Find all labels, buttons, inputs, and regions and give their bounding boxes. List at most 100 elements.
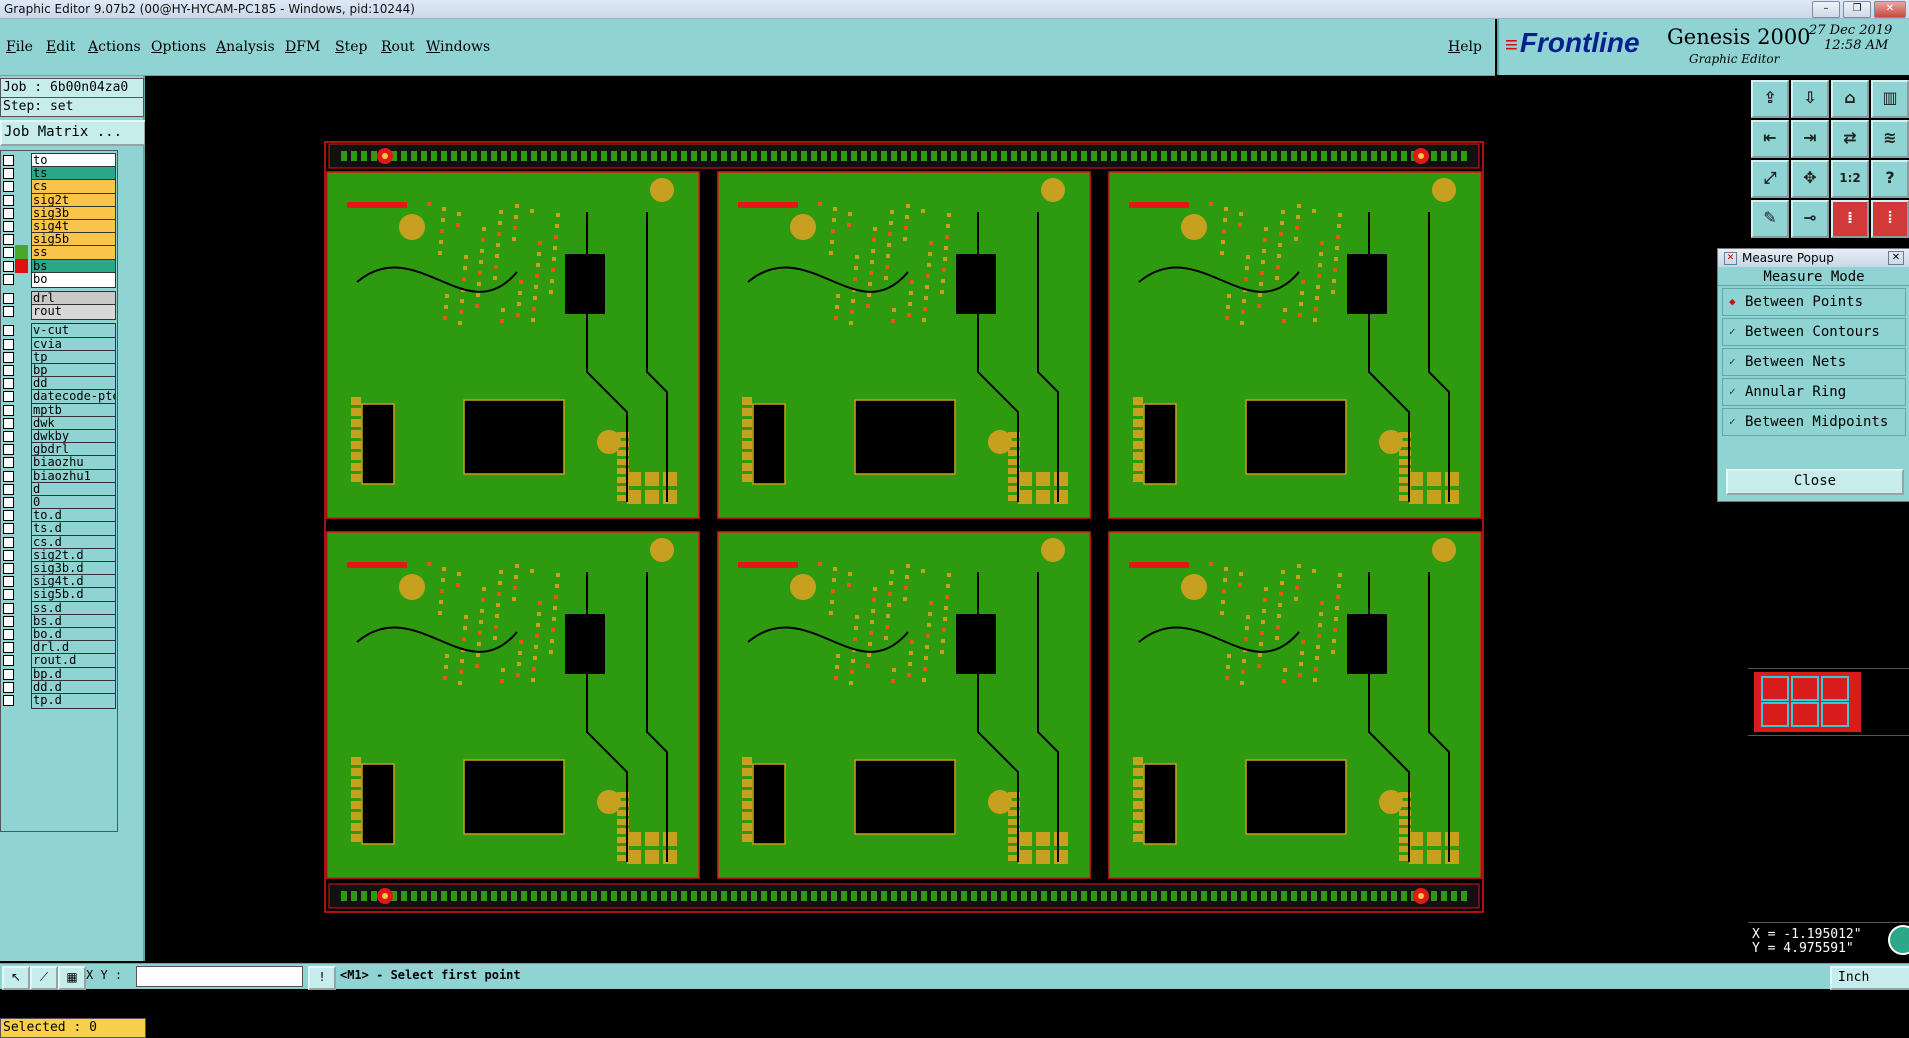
close-window-icon[interactable]: ✕ bbox=[1874, 1, 1906, 18]
grid-icon[interactable]: ▥ bbox=[1871, 80, 1909, 118]
pan-left-icon[interactable]: ⇤ bbox=[1751, 120, 1789, 158]
pointer-icon[interactable]: ↖ bbox=[2, 966, 30, 990]
menu-actions[interactable]: Actions bbox=[88, 39, 141, 55]
graphic-canvas[interactable] bbox=[145, 76, 1745, 961]
layer-checkbox[interactable] bbox=[3, 602, 14, 614]
layer-checkbox[interactable] bbox=[3, 234, 14, 246]
restore-icon[interactable]: ❐ bbox=[1843, 1, 1871, 18]
layer-checkbox[interactable] bbox=[3, 293, 14, 304]
layer-checkbox[interactable] bbox=[3, 615, 14, 627]
layer-checkbox[interactable] bbox=[3, 378, 14, 390]
zoom-fit-icon[interactable]: ⤢ bbox=[1751, 160, 1789, 198]
minimap-area[interactable] bbox=[1748, 668, 1909, 736]
snap-icon[interactable]: ≋ bbox=[1871, 120, 1909, 158]
alert-icon[interactable]: ! bbox=[308, 966, 336, 990]
layer-checkbox[interactable] bbox=[3, 576, 14, 588]
layer-checkbox[interactable] bbox=[3, 351, 14, 363]
layer-checkbox[interactable] bbox=[3, 273, 14, 285]
layer-checkbox[interactable] bbox=[3, 563, 14, 574]
layer-checkbox[interactable] bbox=[3, 155, 14, 166]
menu-options[interactable]: Options bbox=[151, 39, 206, 55]
menu-file[interactable]: File bbox=[6, 39, 33, 55]
feature-icon[interactable]: ✎ bbox=[1751, 200, 1789, 238]
board-tab bbox=[1129, 202, 1189, 208]
layer-checkbox[interactable] bbox=[3, 221, 14, 232]
layer-checkbox[interactable] bbox=[3, 668, 14, 680]
line-tool-icon[interactable]: ⟋ bbox=[30, 966, 58, 990]
net-icon[interactable]: ⁞ bbox=[1831, 200, 1869, 238]
layer-name[interactable]: tp.d bbox=[31, 693, 116, 709]
layer-checkbox[interactable] bbox=[3, 181, 14, 193]
layer-checkbox[interactable] bbox=[3, 444, 14, 456]
measure-option-between-nets[interactable]: ✓ Between Nets bbox=[1722, 348, 1906, 376]
job-matrix-button[interactable]: Job Matrix ... bbox=[0, 120, 146, 146]
layer-checkbox[interactable] bbox=[3, 404, 14, 416]
zoom-home-icon[interactable]: ✥ bbox=[1791, 160, 1829, 198]
layer-display-color[interactable] bbox=[15, 258, 28, 273]
layer-checkbox[interactable] bbox=[3, 168, 14, 180]
menu-windows[interactable]: Windows bbox=[426, 39, 490, 55]
layer-checkbox[interactable] bbox=[3, 483, 14, 495]
layer-checkbox[interactable] bbox=[3, 306, 14, 318]
layer-checkbox[interactable] bbox=[3, 642, 14, 654]
layer-checkbox[interactable] bbox=[3, 510, 14, 522]
status-bar: ↖ ⟋ ▦ X Y : ! <M1> - Select first point … bbox=[0, 963, 1909, 990]
layer-checkbox[interactable] bbox=[3, 629, 14, 640]
layer-checkbox[interactable] bbox=[3, 260, 14, 272]
xy-input[interactable] bbox=[136, 966, 303, 987]
pan-right-icon[interactable]: ⇥ bbox=[1791, 120, 1829, 158]
layer-row-tp.d[interactable]: tp.d bbox=[1, 693, 116, 709]
layer-display-color[interactable] bbox=[15, 245, 28, 260]
menu-rout[interactable]: Rout bbox=[381, 39, 415, 55]
layer-row-rout[interactable]: rout bbox=[1, 304, 116, 321]
layer-checkbox[interactable] bbox=[3, 523, 14, 535]
layer-checkbox[interactable] bbox=[3, 365, 14, 376]
status-indicator-icon bbox=[1888, 925, 1909, 955]
layer-checkbox[interactable] bbox=[3, 549, 14, 561]
layer-checkbox[interactable] bbox=[3, 194, 14, 206]
layer-checkbox[interactable] bbox=[3, 681, 14, 693]
layer-checkbox[interactable] bbox=[3, 417, 14, 429]
mirror-icon[interactable]: ⇄ bbox=[1831, 120, 1869, 158]
board-tab bbox=[1129, 562, 1189, 568]
layer-checkbox[interactable] bbox=[3, 589, 14, 601]
measure-option-between-midpoints[interactable]: ✓ Between Midpoints bbox=[1722, 408, 1906, 436]
layer-checkbox[interactable] bbox=[3, 325, 14, 337]
measure-option-annular-ring[interactable]: ✓ Annular Ring bbox=[1722, 378, 1906, 406]
minimize-icon[interactable]: – bbox=[1812, 1, 1840, 18]
layer-checkbox[interactable] bbox=[3, 207, 14, 219]
layer-checkbox[interactable] bbox=[3, 470, 14, 482]
measure-option-between-points[interactable]: ◆ Between Points bbox=[1722, 288, 1906, 316]
layer-checkbox[interactable] bbox=[3, 391, 14, 403]
measure-close-button[interactable]: Close bbox=[1726, 469, 1904, 495]
layer-checkbox[interactable] bbox=[3, 536, 14, 548]
ratio-icon[interactable]: 1:2 bbox=[1831, 160, 1869, 198]
layer-checkbox[interactable] bbox=[3, 431, 14, 442]
home-icon[interactable]: ⌂ bbox=[1831, 80, 1869, 118]
menu-help[interactable]: Help bbox=[1448, 39, 1482, 55]
unit-selector[interactable]: Inch bbox=[1830, 966, 1909, 990]
help-icon[interactable]: ? bbox=[1871, 160, 1909, 198]
layer-row-bo[interactable]: bo bbox=[1, 271, 116, 288]
layer-up-icon[interactable]: ⇪ bbox=[1751, 80, 1789, 118]
layer-name[interactable]: bo bbox=[31, 271, 116, 288]
layer-name[interactable]: rout bbox=[31, 304, 116, 321]
layer-checkbox[interactable] bbox=[3, 247, 14, 259]
grid-snap-icon[interactable]: ▦ bbox=[58, 966, 86, 990]
menu-edit[interactable]: Edit bbox=[46, 39, 75, 55]
board-tab bbox=[347, 202, 407, 208]
popup-close-icon[interactable]: ✕ bbox=[1888, 251, 1904, 265]
layer-checkbox[interactable] bbox=[3, 655, 14, 667]
measure-icon[interactable]: ⊸ bbox=[1791, 200, 1829, 238]
layer-view-icon[interactable]: ⦙ bbox=[1871, 200, 1909, 238]
layer-checkbox[interactable] bbox=[3, 457, 14, 469]
layer-down-icon[interactable]: ⇩ bbox=[1791, 80, 1829, 118]
menu-analysis[interactable]: Analysis bbox=[216, 39, 275, 55]
layer-checkbox[interactable] bbox=[3, 695, 14, 706]
layer-checkbox[interactable] bbox=[3, 497, 14, 508]
menu-step[interactable]: Step bbox=[335, 39, 367, 55]
ic-footprint bbox=[463, 399, 565, 475]
menu-dfm[interactable]: DFM bbox=[285, 39, 320, 55]
layer-checkbox[interactable] bbox=[3, 338, 14, 350]
measure-option-between-contours[interactable]: ✓ Between Contours bbox=[1722, 318, 1906, 346]
